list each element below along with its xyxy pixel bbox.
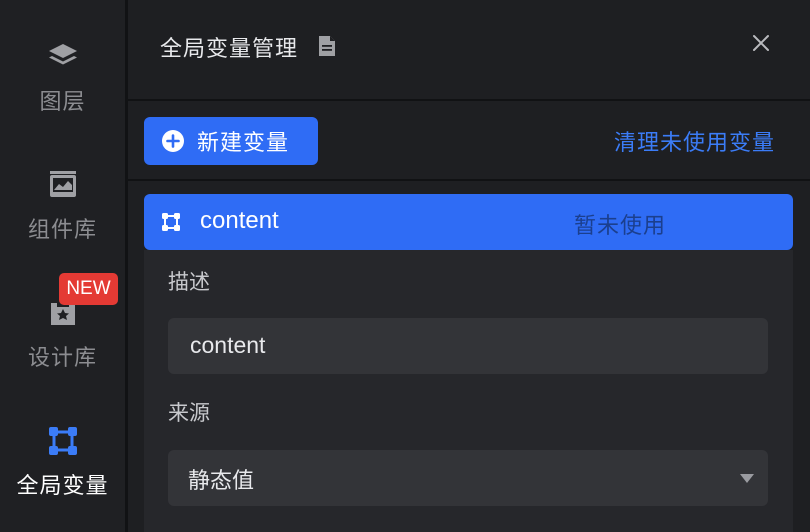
global-variables-panel: 全局变量管理 新建变量 清理未使用变量 content 暂未使用 描述 cont…: [128, 0, 810, 532]
variable-name: content: [200, 207, 279, 234]
new-variable-label: 新建变量: [197, 131, 290, 156]
chevron-down-icon: [740, 474, 754, 483]
clean-unused-variables-link[interactable]: 清理未使用变量: [614, 125, 775, 157]
variable-row[interactable]: content 暂未使用: [144, 194, 793, 250]
variable-list: content 暂未使用 描述 content 来源 静态值: [128, 181, 810, 532]
document-icon[interactable]: [318, 35, 336, 61]
description-value: content: [190, 332, 266, 358]
description-input[interactable]: content: [168, 318, 768, 374]
sidebar: 图层 组件库 设计库 NEW 全局变量: [0, 0, 125, 532]
sidebar-item-label: 组件库: [27, 218, 97, 243]
variable-icon: [161, 212, 181, 236]
variable-detail: 描述 content 来源 静态值: [144, 250, 793, 532]
sidebar-item-components[interactable]: 组件库: [0, 168, 125, 244]
new-badge: NEW: [59, 273, 118, 305]
sidebar-item-layers[interactable]: 图层: [0, 40, 125, 116]
source-value: 静态值: [188, 469, 255, 494]
page-title: 全局变量管理: [160, 37, 299, 62]
new-variable-button[interactable]: 新建变量: [144, 117, 318, 165]
sidebar-item-label: 图层: [39, 90, 86, 115]
description-label: 描述: [168, 270, 210, 294]
panel-header: 全局变量管理: [128, 0, 810, 101]
toolbar: 新建变量 清理未使用变量: [128, 101, 810, 181]
variable-status: 暂未使用: [574, 214, 667, 239]
sidebar-item-label: 设计库: [27, 346, 97, 371]
plus-circle-icon: [161, 129, 185, 153]
sidebar-item-design-library[interactable]: 设计库: [0, 296, 125, 372]
sidebar-item-global-variables[interactable]: 全局变量: [0, 424, 125, 500]
sidebar-item-label: 全局变量: [16, 474, 109, 499]
source-label: 来源: [168, 401, 210, 425]
layers-icon: [46, 40, 80, 74]
source-select[interactable]: 静态值: [168, 450, 768, 506]
variable-icon: [46, 424, 80, 458]
chart-image-icon: [46, 168, 80, 202]
close-icon[interactable]: [748, 30, 774, 56]
